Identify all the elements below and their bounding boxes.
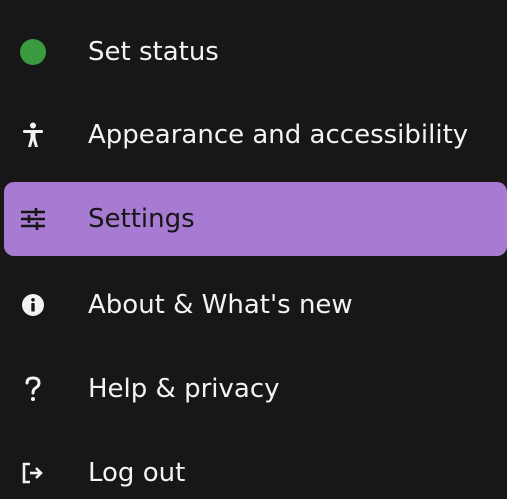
menu-item-logout[interactable]: Log out — [4, 436, 507, 499]
menu-item-label: Settings — [88, 204, 195, 234]
menu-item-settings[interactable]: Settings — [4, 182, 507, 256]
menu-item-label: Log out — [88, 458, 186, 488]
menu-item-label: About & What's new — [88, 290, 353, 320]
question-icon — [19, 375, 47, 403]
sliders-icon — [19, 205, 47, 233]
logout-icon — [19, 459, 47, 487]
menu-item-set-status[interactable]: Set status — [4, 15, 507, 89]
menu-item-label: Help & privacy — [88, 374, 280, 404]
account-menu: Set status Appearance and accessibility — [0, 0, 507, 499]
accessibility-icon — [19, 121, 47, 149]
status-dot-icon — [19, 38, 47, 66]
menu-item-appearance[interactable]: Appearance and accessibility — [4, 98, 507, 172]
menu-item-help[interactable]: Help & privacy — [4, 352, 507, 426]
menu-item-label: Set status — [88, 37, 219, 67]
menu-item-about[interactable]: About & What's new — [4, 268, 507, 342]
menu-item-label: Appearance and accessibility — [88, 120, 469, 150]
info-icon — [19, 291, 47, 319]
